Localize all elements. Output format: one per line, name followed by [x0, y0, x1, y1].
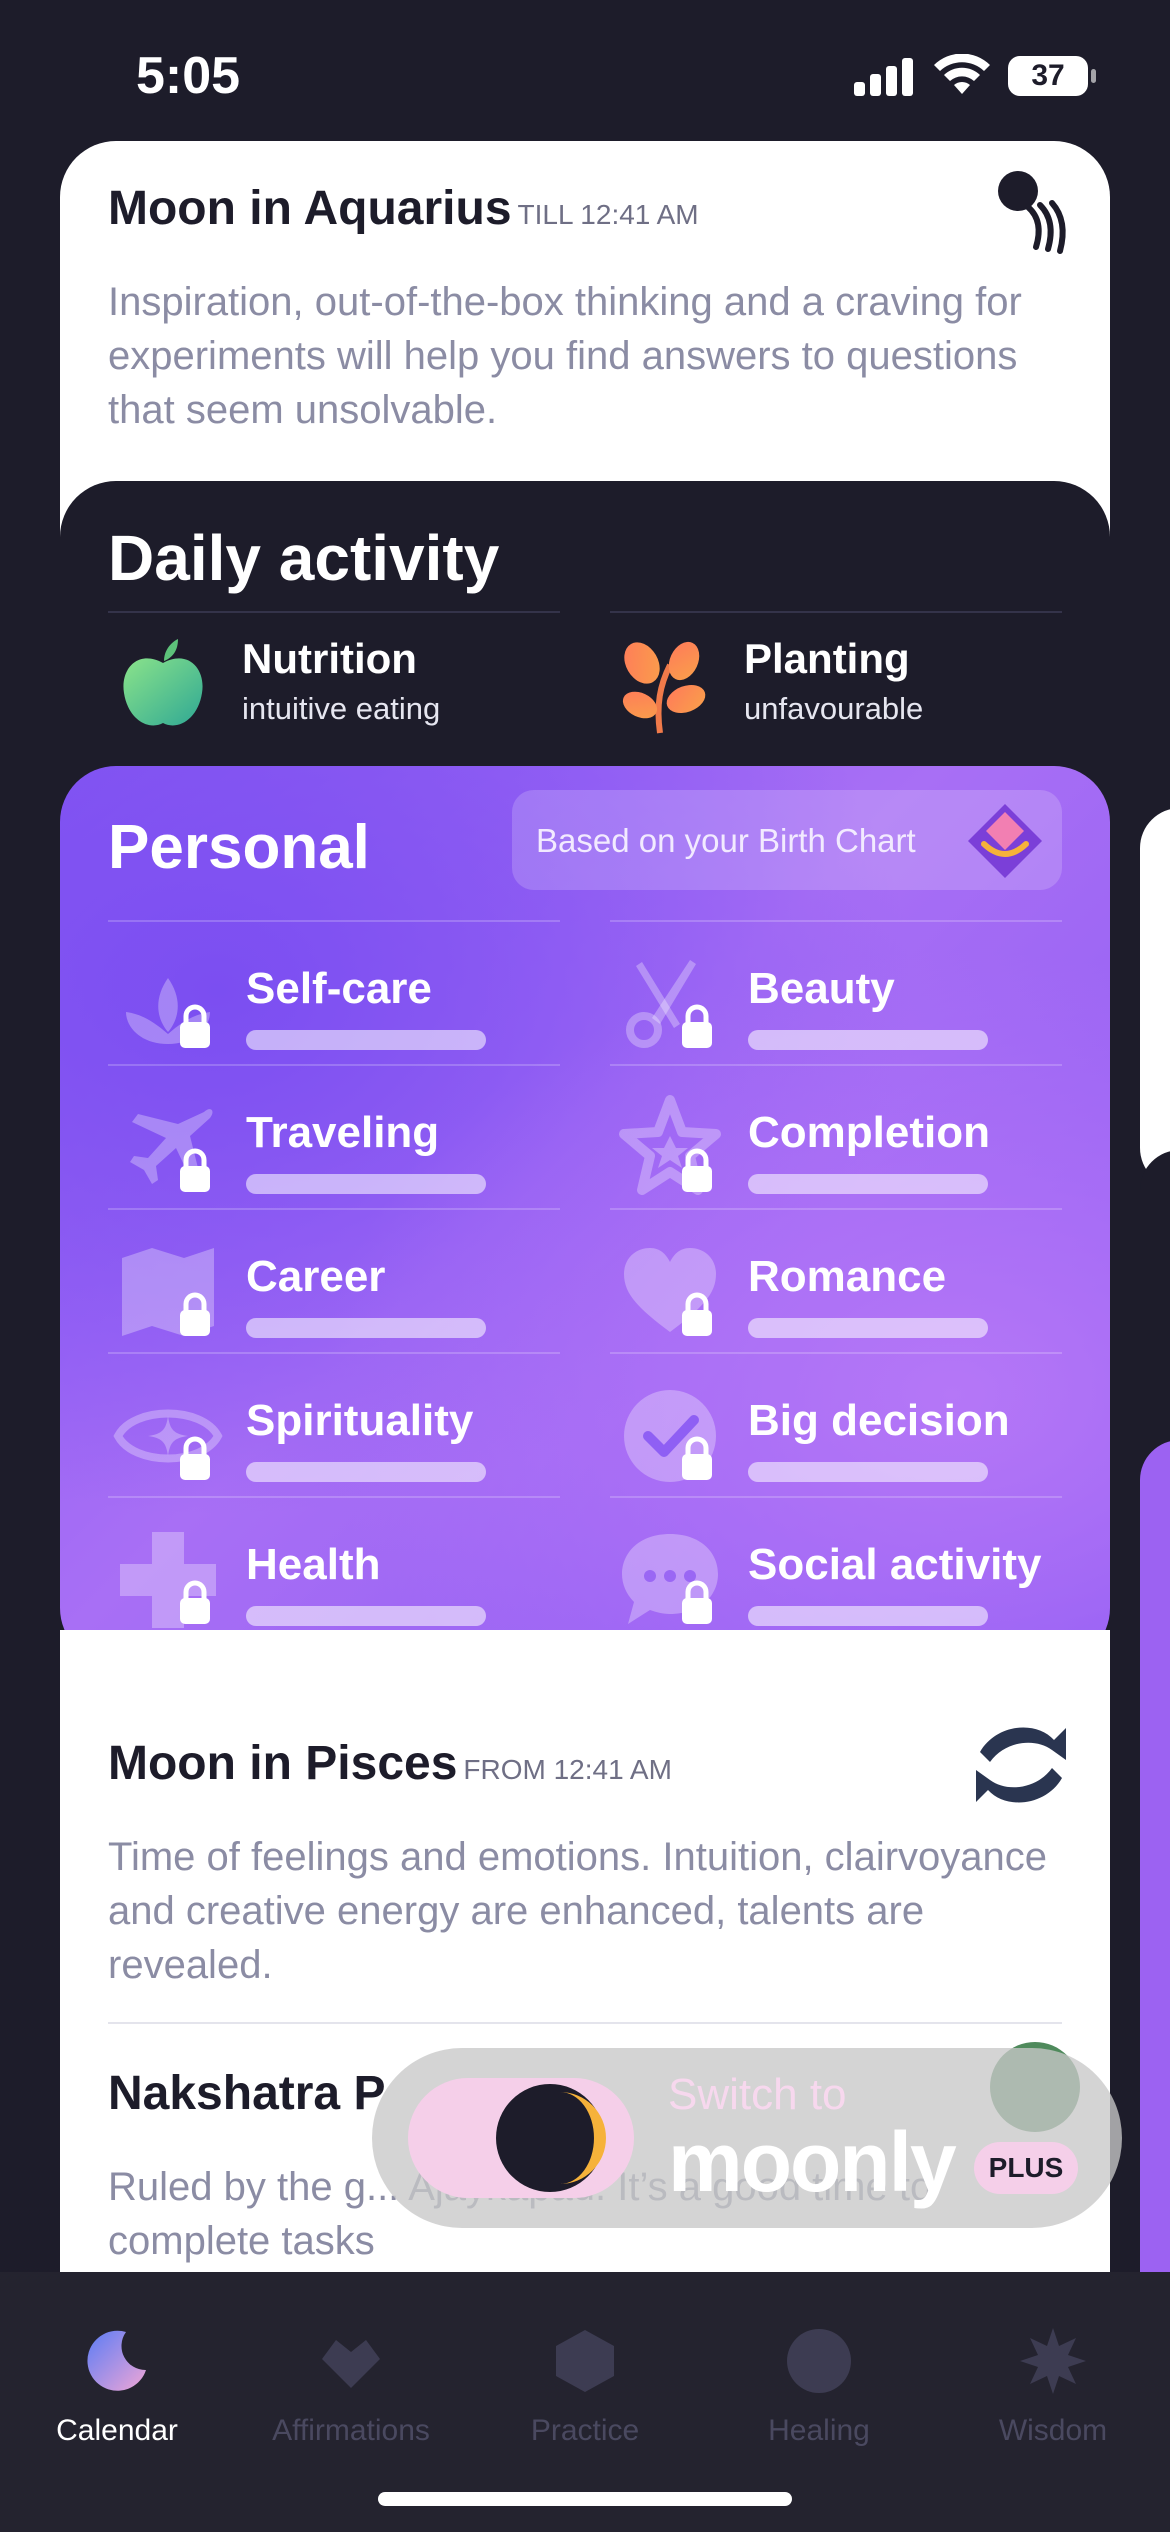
- moonly-toggle[interactable]: [408, 2078, 634, 2198]
- tab-label: Wisdom: [998, 2414, 1108, 2447]
- nakshatra-title: Nakshatra P: [108, 2067, 386, 2120]
- personal-item-label: Beauty: [748, 964, 895, 1013]
- crescent-moon-icon: [496, 2084, 606, 2192]
- moon-next-description: Time of feelings and emotions. Intuition…: [108, 1835, 1048, 1987]
- pisces-icon: [976, 1727, 1066, 1803]
- tab-label: Healing: [768, 2414, 870, 2447]
- airplane-icon: [130, 1109, 213, 1192]
- personal-item-self-care[interactable]: Self-care: [108, 920, 560, 1064]
- tab-label: Affirmations: [272, 2414, 430, 2447]
- daily-item-planting[interactable]: Planting unfavourable: [610, 611, 1062, 734]
- tab-healing[interactable]: Healing: [702, 2298, 936, 2458]
- personal-item-label: Traveling: [246, 1108, 440, 1157]
- personal-item-label: Big decision: [748, 1396, 1010, 1445]
- home-indicator[interactable]: [378, 2492, 792, 2506]
- personal-item-social-activity[interactable]: Social activity: [610, 1496, 1062, 1640]
- locked-progress-bar: [246, 1030, 486, 1050]
- personal-item-big-decision[interactable]: Big decision: [610, 1352, 1062, 1496]
- tab-wisdom[interactable]: Wisdom: [936, 2298, 1170, 2458]
- moon-next-name: Moon in Pisces: [108, 1737, 458, 1790]
- birth-chart-label: Based on your Birth Chart: [536, 822, 916, 859]
- personal-item-beauty[interactable]: Beauty: [610, 920, 1062, 1064]
- lotus-icon: [126, 978, 210, 1048]
- personal-item-spirituality[interactable]: Spirituality: [108, 1352, 560, 1496]
- tab-affirmations[interactable]: Affirmations: [234, 2298, 468, 2458]
- next-card-peek[interactable]: [1140, 808, 1170, 1188]
- tab-label: Calendar: [56, 2414, 178, 2447]
- locked-progress-bar: [748, 1030, 988, 1050]
- moon-current-time: TILL 12:41 AM: [517, 199, 699, 230]
- personal-item-label: Self-care: [246, 964, 432, 1013]
- locked-progress-bar: [246, 1462, 486, 1482]
- heart-icon: [624, 1248, 716, 1336]
- next-card-peek-dark: [1140, 1150, 1170, 1450]
- cross-icon: [120, 1532, 216, 1628]
- moonly-plus-banner[interactable]: Switch to moonly PLUS: [372, 2048, 1122, 2228]
- daily-activity-title: Daily activity: [108, 522, 500, 594]
- personal-item-label: Completion: [748, 1108, 990, 1157]
- personal-item-traveling[interactable]: Traveling: [108, 1064, 560, 1208]
- personal-item-completion[interactable]: Completion: [610, 1064, 1062, 1208]
- map-icon: [122, 1248, 214, 1336]
- personal-card: Personal Based on your Birth Chart Self-…: [60, 766, 1110, 1664]
- hexagon-icon: [556, 2330, 614, 2392]
- status-time: 5:05: [136, 47, 241, 105]
- scissors-icon: [626, 960, 712, 1048]
- chat-icon: [622, 1534, 718, 1624]
- battery-icon: 37: [1008, 56, 1096, 96]
- daily-item-nutrition[interactable]: Nutrition intuitive eating: [108, 611, 560, 731]
- moonly-switch-label: Switch to: [668, 2070, 847, 2119]
- moon-current-description: Inspiration, out-of-the-box thinking and…: [108, 280, 1022, 432]
- signal-icon: [854, 56, 914, 96]
- daily-item-subtitle: unfavourable: [744, 691, 924, 726]
- daily-item-subtitle: intuitive eating: [242, 691, 441, 726]
- tab-practice[interactable]: Practice: [468, 2298, 702, 2458]
- personal-item-label: Social activity: [748, 1540, 1042, 1589]
- personal-item-label: Spirituality: [246, 1396, 474, 1445]
- locked-progress-bar: [246, 1318, 486, 1338]
- moon-icon: [87, 2330, 146, 2391]
- star-icon: [619, 1095, 721, 1195]
- status-bar: 5:05 37: [0, 0, 1170, 140]
- moon-next-title: Moon in Pisces FROM 12:41 AM: [108, 1736, 672, 1791]
- wifi-icon: [934, 54, 990, 94]
- personal-item-label: Health: [246, 1540, 381, 1589]
- eye-icon: [113, 1409, 223, 1480]
- locked-progress-bar: [246, 1174, 486, 1194]
- sun-icon: [1020, 2328, 1086, 2394]
- locked-progress-bar: [748, 1606, 988, 1626]
- personal-item-label: Romance: [748, 1252, 947, 1301]
- battery-level: 37: [1031, 59, 1065, 92]
- moon-current-name: Moon in Aquarius: [108, 182, 512, 235]
- moon-current-title: Moon in Aquarius TILL 12:41 AM: [108, 181, 699, 236]
- locked-progress-bar: [748, 1318, 988, 1338]
- locked-progress-bar: [246, 1606, 486, 1626]
- personal-item-label: Career: [246, 1252, 386, 1301]
- next-card-peek-purple: [1140, 1440, 1170, 2280]
- divider: [108, 2022, 1062, 2024]
- apple-icon: [123, 639, 203, 726]
- plant-icon: [622, 641, 706, 734]
- plus-badge: PLUS: [974, 2142, 1078, 2194]
- personal-item-romance[interactable]: Romance: [610, 1208, 1062, 1352]
- moon-next-time: FROM 12:41 AM: [463, 1754, 672, 1785]
- aquarius-icon: [998, 171, 1066, 254]
- personal-title: Personal: [108, 813, 370, 882]
- diamond-heart-icon: [322, 2340, 380, 2388]
- tab-calendar[interactable]: Calendar: [0, 2298, 234, 2458]
- moonly-logo: moonly: [668, 2115, 957, 2209]
- personal-item-health[interactable]: Health: [108, 1496, 560, 1640]
- personal-item-career[interactable]: Career: [108, 1208, 560, 1352]
- daily-item-title: Planting: [744, 635, 910, 682]
- birth-chart-icon: [968, 804, 1042, 878]
- daily-item-title: Nutrition: [242, 635, 417, 682]
- circle-icon: [787, 2329, 851, 2393]
- locked-progress-bar: [748, 1462, 988, 1482]
- tab-label: Practice: [530, 2414, 640, 2447]
- birth-chart-badge[interactable]: Based on your Birth Chart: [512, 790, 1062, 890]
- locked-progress-bar: [748, 1174, 988, 1194]
- check-icon: [624, 1390, 716, 1482]
